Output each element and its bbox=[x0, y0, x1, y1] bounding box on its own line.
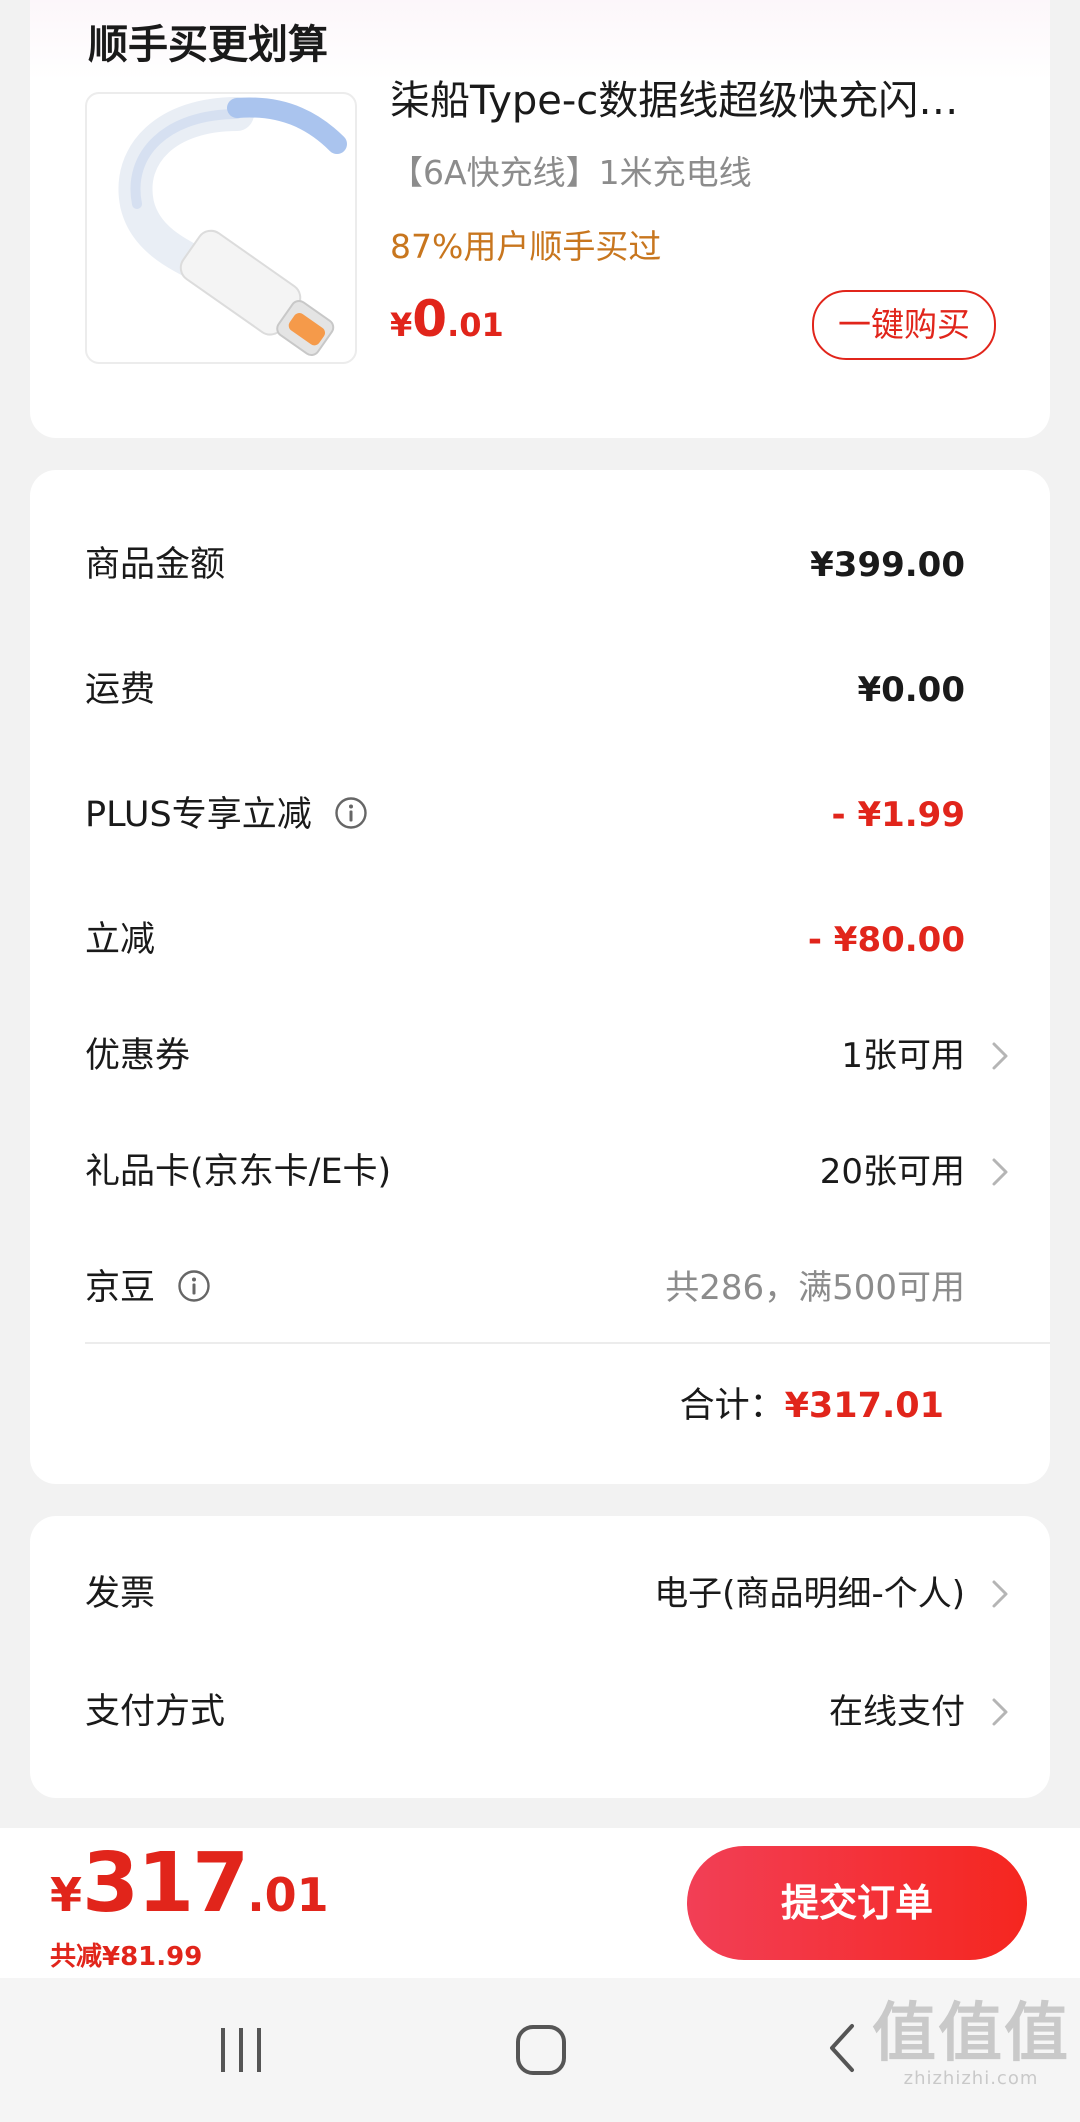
amount-decimal: .01 bbox=[247, 1868, 329, 1922]
recent-apps-icon[interactable] bbox=[213, 2022, 269, 2078]
product-price: ¥0.01 bbox=[390, 290, 504, 348]
summary-value: ¥399.00 bbox=[810, 545, 965, 585]
usb-c-cable-icon bbox=[118, 97, 347, 357]
summary-row-instant-discount: 立减 - ¥80.00 bbox=[85, 910, 1020, 970]
chevron-right-icon bbox=[992, 1158, 1008, 1186]
payment-value: 在线支付 bbox=[829, 1692, 965, 1732]
price-summary-card: 商品金额 ¥399.00 运费 ¥0.00 PLUS专享立减 - ¥1.99 立… bbox=[30, 470, 1050, 1484]
summary-label: 京豆 bbox=[85, 1258, 211, 1318]
summary-row-plus-discount[interactable]: PLUS专享立减 - ¥1.99 bbox=[85, 785, 1020, 845]
payment-label: 支付方式 bbox=[85, 1692, 226, 1732]
invoice-label: 发票 bbox=[85, 1574, 156, 1614]
checkout-bar: ¥317.01 共减¥81.99 提交订单 bbox=[0, 1828, 1080, 1978]
summary-label: 商品金额 bbox=[85, 545, 226, 585]
jingdou-label: 京豆 bbox=[85, 1268, 156, 1308]
summary-row-coupon[interactable]: 优惠券 1张可用 bbox=[85, 1026, 1020, 1086]
watermark-text: 值值值 bbox=[872, 1997, 1070, 2071]
plus-discount-label: PLUS专享立减 bbox=[85, 795, 312, 835]
price-integer: 0 bbox=[412, 290, 448, 348]
summary-label: 礼品卡(京东卡/E卡) bbox=[85, 1152, 392, 1192]
amount-integer: 317 bbox=[82, 1836, 249, 1931]
summary-label: PLUS专享立减 bbox=[85, 785, 368, 845]
summary-label: 优惠券 bbox=[85, 1036, 191, 1076]
amount-symbol: ¥ bbox=[50, 1868, 83, 1922]
invoice-row[interactable]: 发票 电子(商品明细-个人) bbox=[85, 1564, 1020, 1624]
summary-value: 1张可用 bbox=[841, 1036, 965, 1076]
price-symbol: ¥ bbox=[390, 306, 413, 344]
invoice-value: 电子(商品明细-个人) bbox=[654, 1574, 965, 1614]
summary-row-gift-card[interactable]: 礼品卡(京东卡/E卡) 20张可用 bbox=[85, 1142, 1020, 1202]
product-image[interactable] bbox=[85, 92, 357, 364]
chevron-right-icon bbox=[992, 1698, 1008, 1726]
total-saved: 共减¥81.99 bbox=[50, 1942, 203, 1972]
product-bought-rate: 87%用户顺手买过 bbox=[390, 227, 662, 266]
divider bbox=[85, 1342, 1050, 1344]
summary-row-jingdou: 京豆 共286，满500可用 bbox=[85, 1258, 1020, 1318]
info-icon[interactable] bbox=[177, 1269, 211, 1303]
home-icon[interactable] bbox=[513, 2022, 569, 2078]
summary-row-shipping: 运费 ¥0.00 bbox=[85, 660, 1020, 720]
payment-method-row[interactable]: 支付方式 在线支付 bbox=[85, 1682, 1020, 1742]
summary-value: - ¥80.00 bbox=[807, 920, 965, 960]
upsell-title: 顺手买更划算 bbox=[88, 22, 328, 68]
invoice-payment-card: 发票 电子(商品明细-个人) 支付方式 在线支付 bbox=[30, 1516, 1050, 1798]
submit-order-button[interactable]: 提交订单 bbox=[687, 1846, 1027, 1960]
order-total: 合计：¥317.01 bbox=[680, 1376, 944, 1436]
chevron-right-icon bbox=[992, 1042, 1008, 1070]
watermark: 值值值 zhizhizhi.com bbox=[872, 1982, 1070, 2089]
info-icon[interactable] bbox=[334, 796, 368, 830]
summary-value: - ¥1.99 bbox=[831, 795, 966, 835]
chevron-right-icon bbox=[992, 1580, 1008, 1608]
product-title[interactable]: 柒船Type-c数据线超级快充闪充闪充数据线 bbox=[390, 68, 990, 126]
back-icon[interactable] bbox=[818, 2022, 874, 2078]
upsell-card: 顺手买更划算 柒船Type-c数据线超级快充闪充闪充数据线 【6A快充线】1米充… bbox=[30, 0, 1050, 438]
total-label: 合计： bbox=[679, 1386, 785, 1426]
product-spec: 【6A快充线】1米充电线 bbox=[390, 153, 752, 192]
pay-amount: ¥317.01 bbox=[50, 1836, 329, 1931]
summary-value: 20张可用 bbox=[819, 1152, 965, 1192]
summary-label: 运费 bbox=[85, 670, 156, 710]
summary-value: 共286，满500可用 bbox=[665, 1268, 965, 1308]
total-value: ¥317.01 bbox=[784, 1386, 944, 1426]
summary-value: ¥0.00 bbox=[857, 670, 965, 710]
summary-label: 立减 bbox=[85, 920, 156, 960]
one-click-buy-button[interactable]: 一键购买 bbox=[812, 290, 996, 360]
price-decimal: .01 bbox=[447, 306, 504, 344]
summary-row-goods-amount: 商品金额 ¥399.00 bbox=[85, 535, 1020, 595]
